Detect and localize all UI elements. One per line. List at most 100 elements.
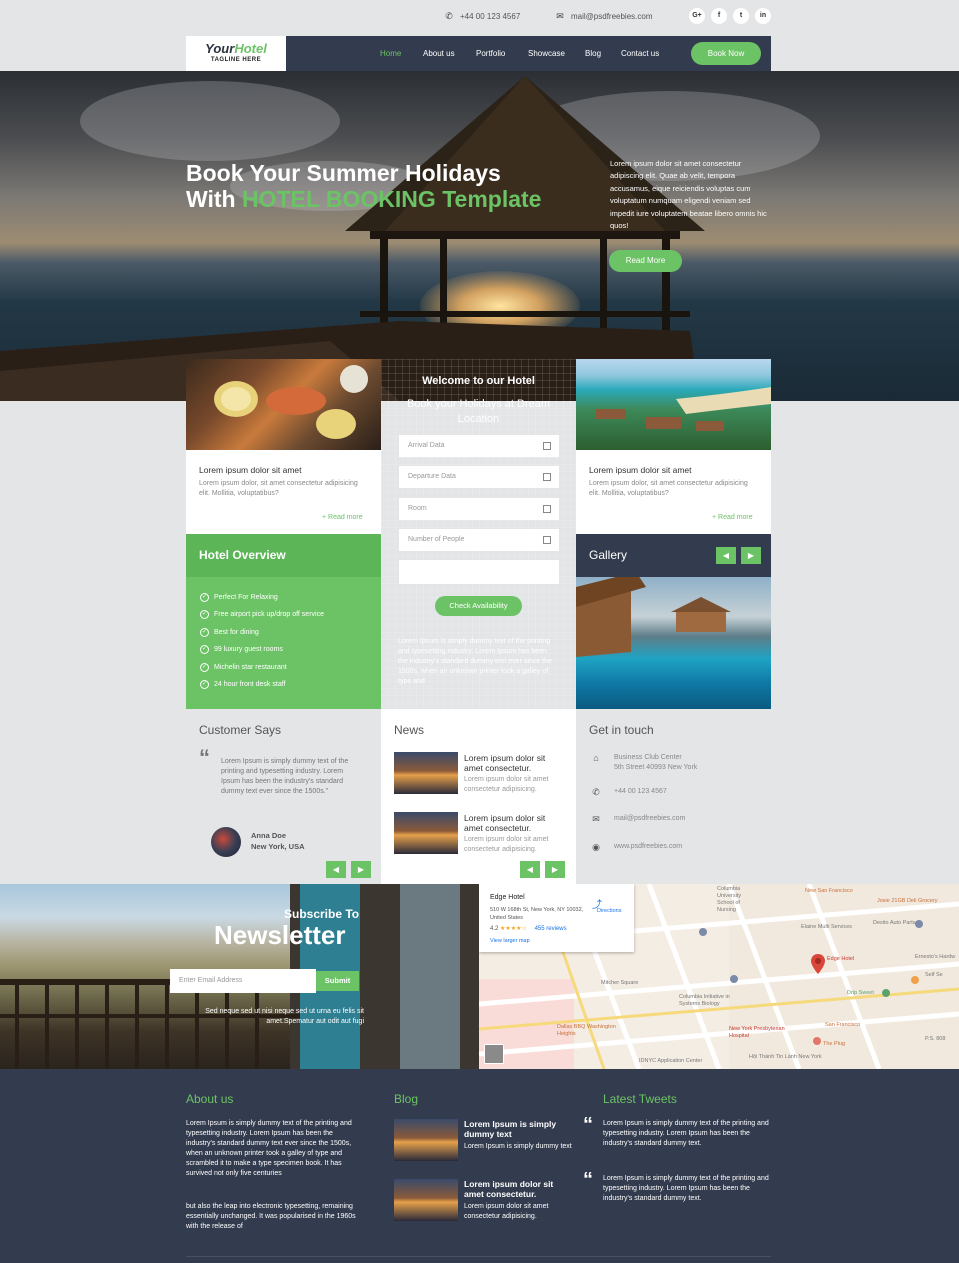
phone-icon: ✆ bbox=[592, 787, 600, 797]
departure-date-placeholder: Departure Data bbox=[408, 473, 456, 480]
top-phone[interactable]: ✆ +44 00 123 4567 bbox=[444, 11, 520, 21]
map-embed[interactable]: Edge Hotel 510 W 168th St, New York, NY … bbox=[479, 884, 959, 1069]
departure-date-field[interactable]: Departure Data bbox=[399, 466, 559, 488]
blog-item-text: Lorem ipsum dolor sit amet consectetur a… bbox=[464, 1203, 549, 1220]
map-label: Dallas BBQ Washington Heights bbox=[557, 1024, 616, 1037]
hero-text: Lorem ipsum dolor sit amet consectetur a… bbox=[610, 159, 767, 231]
footer-blog-title: Blog bbox=[394, 1092, 419, 1106]
map-rating-value: 4.2 bbox=[490, 926, 499, 932]
logo[interactable]: YourHotel TAGLINE HERE bbox=[186, 36, 286, 71]
news-next-button[interactable]: ▶ bbox=[545, 861, 565, 878]
home-icon: ⌂ bbox=[593, 753, 599, 763]
footer-about-title: About us bbox=[186, 1092, 234, 1106]
resort-image bbox=[576, 359, 771, 450]
gallery-prev-button[interactable]: ◀ bbox=[716, 547, 736, 564]
news-thumb[interactable] bbox=[394, 812, 458, 854]
map-label: Self Se bbox=[925, 972, 943, 978]
hotel-overview-title: Hotel Overview bbox=[186, 534, 381, 577]
map-label: Josie 21GB Deli Grocery bbox=[877, 898, 938, 904]
read-more-button[interactable]: Read More bbox=[609, 250, 682, 272]
facebook-icon[interactable]: f bbox=[711, 8, 727, 24]
blog-item-title[interactable]: Lorem ipsum dolor sit amet consectetur. bbox=[464, 1179, 574, 1199]
news-item-title[interactable]: Lorem ipsum dolor sit amet consectetur. bbox=[464, 753, 564, 773]
calendar-icon[interactable] bbox=[543, 505, 551, 513]
news-thumb[interactable] bbox=[394, 752, 458, 794]
nav-contact[interactable]: Contact us bbox=[621, 36, 659, 71]
blog-thumb[interactable] bbox=[394, 1119, 458, 1161]
arrival-date-placeholder: Arrival Data bbox=[408, 442, 445, 449]
map-larger-link[interactable]: View larger map bbox=[490, 938, 530, 944]
blog-item-title[interactable]: Lorem Ipsum is simply dummy text bbox=[464, 1119, 574, 1139]
food-image bbox=[186, 359, 381, 450]
logo-tagline: TAGLINE HERE bbox=[210, 57, 262, 63]
directions-link[interactable]: Directions bbox=[597, 908, 621, 914]
quote-icon: “ bbox=[583, 1169, 593, 1191]
map-stars: ★★★★☆ bbox=[500, 926, 527, 932]
footer-divider bbox=[186, 1256, 771, 1257]
calendar-icon[interactable] bbox=[543, 442, 551, 450]
check-availability-button[interactable]: Check Availability bbox=[435, 596, 522, 616]
newsletter-email-input[interactable]: Enter Email Address bbox=[170, 969, 316, 993]
overview-item-label: Best for dining bbox=[214, 629, 259, 636]
news-item-title[interactable]: Lorem ipsum dolor sit amet consectetur. bbox=[464, 813, 564, 833]
map-reviews-link[interactable]: 455 reviews bbox=[535, 926, 567, 932]
top-email[interactable]: ✉ mail@psdfreebies.com bbox=[555, 11, 652, 21]
room-field[interactable]: Room bbox=[399, 498, 559, 520]
nav-about[interactable]: About us bbox=[423, 36, 455, 71]
contact-web[interactable]: ◉ www.psdfreebies.com bbox=[590, 842, 682, 852]
right-card-readmore[interactable]: + Read more bbox=[712, 514, 753, 521]
footer bbox=[0, 1069, 959, 1263]
nav-home[interactable]: Home bbox=[380, 36, 401, 71]
google-plus-icon[interactable]: G+ bbox=[689, 8, 705, 24]
nav-showcase[interactable]: Showcase bbox=[528, 36, 565, 71]
right-card-text: Lorem ipsum dolor, sit amet consectetur … bbox=[589, 480, 748, 497]
room-placeholder: Room bbox=[408, 505, 427, 512]
contact-address: ⌂ Business Club Center 5th Street 40993 N… bbox=[590, 753, 697, 773]
overview-item-label: Michelin star restaurant bbox=[214, 664, 287, 671]
left-card-readmore[interactable]: + Read more bbox=[322, 514, 363, 521]
map-label: Hội Thánh Tin Lành New York bbox=[749, 1054, 822, 1060]
blog-thumb[interactable] bbox=[394, 1179, 458, 1221]
map-pin-icon[interactable] bbox=[811, 954, 825, 974]
linkedin-icon[interactable]: in bbox=[755, 8, 771, 24]
book-now-button[interactable]: Book Now bbox=[691, 42, 761, 65]
contact-phone[interactable]: ✆ +44 00 123 4567 bbox=[590, 787, 667, 797]
people-field[interactable]: Number of People bbox=[399, 529, 559, 551]
map-address1: 510 W 168th St, New York, NY 10032, bbox=[490, 907, 584, 913]
overview-item: ✓ 24 hour front desk staff bbox=[200, 680, 285, 689]
quote-icon: “ bbox=[199, 745, 210, 770]
nav-portfolio[interactable]: Portfolio bbox=[476, 36, 505, 71]
quote-icon: “ bbox=[583, 1114, 593, 1136]
calendar-icon[interactable] bbox=[543, 473, 551, 481]
news-item-text: Lorem ipsum dolor sit amet consectetur a… bbox=[464, 776, 549, 793]
pool-villa-illustration bbox=[576, 577, 731, 657]
overview-item-label: 24 hour front desk staff bbox=[214, 681, 286, 688]
nav-blog[interactable]: Blog bbox=[585, 36, 601, 71]
extra-field[interactable] bbox=[399, 560, 559, 584]
map-label: Desito Auto Parts bbox=[873, 920, 916, 926]
top-email-text: mail@psdfreebies.com bbox=[571, 11, 653, 21]
customer-prev-button[interactable]: ◀ bbox=[326, 861, 346, 878]
news-prev-button[interactable]: ◀ bbox=[520, 861, 540, 878]
newsletter-submit-button[interactable]: Submit bbox=[316, 971, 359, 991]
mail-icon: ✉ bbox=[556, 11, 564, 21]
arrival-date-field[interactable]: Arrival Data bbox=[399, 435, 559, 457]
left-card-text: Lorem ipsum dolor, sit amet consectetur … bbox=[199, 480, 358, 497]
map-place-address: 510 W 168th St, New York, NY 10032, Unite… bbox=[490, 906, 585, 922]
map-place-name: Edge Hotel bbox=[490, 894, 525, 901]
hero-title-line1: Book Your Summer Holidays bbox=[186, 160, 501, 186]
overview-item: ✓ Michelin star restaurant bbox=[200, 663, 287, 672]
gallery-image[interactable] bbox=[576, 577, 771, 709]
gallery-next-button[interactable]: ▶ bbox=[741, 547, 761, 564]
overview-item: ✓ Perfect For Relaxing bbox=[200, 593, 278, 602]
map-satellite-thumb[interactable] bbox=[484, 1044, 504, 1064]
map-label: Elaine Multi Services bbox=[801, 924, 853, 930]
customer-next-button[interactable]: ▶ bbox=[351, 861, 371, 878]
calendar-icon[interactable] bbox=[543, 536, 551, 544]
contact-email[interactable]: ✉ mail@psdfreebies.com bbox=[590, 814, 685, 824]
check-circle-icon: ✓ bbox=[200, 663, 209, 672]
mail-icon: ✉ bbox=[592, 814, 600, 824]
twitter-icon[interactable]: t bbox=[733, 8, 749, 24]
map-label: Edge Hotel bbox=[827, 956, 855, 962]
right-card-title: Lorem ipsum dolor sit amet bbox=[589, 465, 692, 475]
